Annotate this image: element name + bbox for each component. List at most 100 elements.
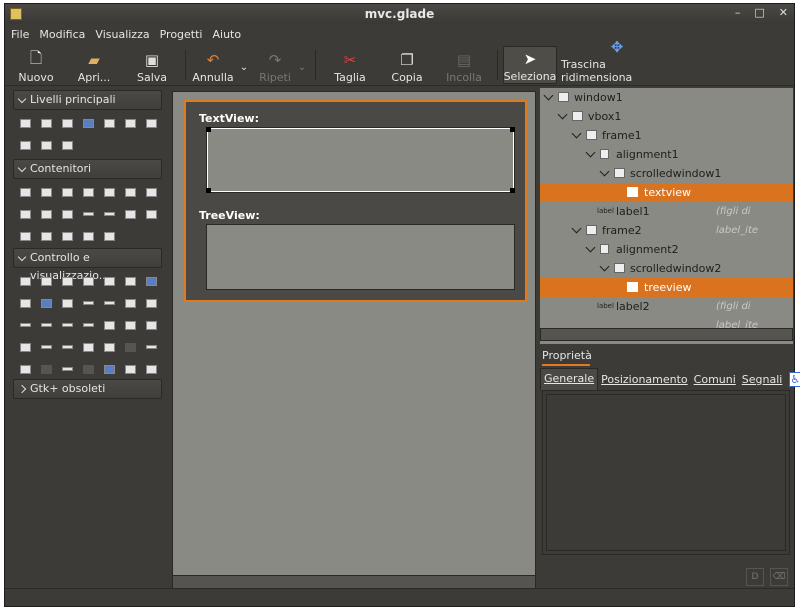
redo-button[interactable]: ↷ Ripeti	[253, 46, 297, 84]
tree-row[interactable]: label label1 (figli di label_ite	[540, 202, 793, 236]
tree-row[interactable]: scrolledwindow2	[540, 259, 793, 278]
font-button-widget-icon[interactable]	[15, 292, 36, 314]
expander-icon[interactable]	[543, 90, 554, 101]
combo-box-widget-icon[interactable]	[120, 314, 141, 336]
drag-resize-tool-button[interactable]: ✥ Trascina ridimensiona	[561, 38, 673, 84]
tree-row-selected[interactable]: textview	[540, 183, 793, 202]
arrow-widget-icon[interactable]	[120, 336, 141, 358]
textview-placeholder[interactable]	[206, 127, 515, 193]
palette-group-toplevels[interactable]: Livelli principali	[13, 90, 162, 110]
resize-handle[interactable]	[510, 127, 515, 132]
tree-row[interactable]: window1	[540, 88, 793, 107]
vscrollbar-widget-icon[interactable]	[78, 314, 99, 336]
accessibility-tab-icon[interactable]: ♿	[789, 371, 800, 387]
file-chooser-widget-icon[interactable]	[15, 134, 36, 156]
close-button[interactable]: ✕	[779, 6, 788, 19]
hpaned-widget-icon[interactable]	[36, 203, 57, 225]
hseparator-widget-icon[interactable]	[36, 336, 57, 358]
resize-handle[interactable]	[510, 188, 515, 193]
open-button[interactable]: ▰ Apri...	[71, 46, 117, 84]
palette-group-containers[interactable]: Contenitori	[13, 159, 162, 179]
event-box-widget-icon[interactable]	[36, 358, 57, 380]
tree-row-selected[interactable]: treeview	[540, 278, 793, 297]
properties-docs-button[interactable]: D	[746, 568, 764, 586]
file-chooser-button-widget-icon[interactable]	[120, 270, 141, 292]
tree-row[interactable]: alignment1	[540, 145, 793, 164]
palette-group-deprecated[interactable]: Gtk+ obsoleti	[13, 379, 162, 399]
dialog-widget-icon[interactable]	[36, 112, 57, 134]
menu-file[interactable]: File	[11, 28, 29, 41]
print-widget-icon[interactable]	[141, 358, 162, 380]
about-dialog-widget-icon[interactable]	[78, 112, 99, 134]
message-dialog-widget-icon[interactable]	[57, 112, 78, 134]
vbox-widget-icon[interactable]	[36, 181, 57, 203]
icon-view-widget-icon[interactable]	[15, 336, 36, 358]
link-button-widget-icon[interactable]	[36, 292, 57, 314]
expander-icon[interactable]	[585, 242, 596, 253]
label-widget-icon[interactable]	[78, 292, 99, 314]
hbox-widget-icon[interactable]	[15, 181, 36, 203]
toggle-button-widget-icon[interactable]	[36, 270, 57, 292]
expander-icon[interactable]	[557, 109, 568, 120]
design-canvas[interactable]: TextView: TreeView:	[172, 91, 536, 589]
radio-button-widget-icon[interactable]	[99, 270, 120, 292]
assistant-widget-icon[interactable]	[57, 134, 78, 156]
recent-chooser-widget-icon[interactable]	[36, 134, 57, 156]
tree-row[interactable]: vbox1	[540, 107, 793, 126]
tree-row[interactable]: alignment2	[540, 240, 793, 259]
vseparator-widget-icon[interactable]	[57, 336, 78, 358]
treeview-frame-label[interactable]: TreeView:	[199, 209, 260, 222]
tree-row[interactable]: scrolledwindow1	[540, 164, 793, 183]
toolbar-widget-icon[interactable]	[78, 203, 99, 225]
resize-handle[interactable]	[206, 188, 211, 193]
spin-button-widget-icon[interactable]	[78, 270, 99, 292]
minimize-button[interactable]: –	[735, 6, 741, 19]
palette-group-controls[interactable]: Controllo e visualizzazio...	[13, 248, 162, 282]
menu-aiuto[interactable]: Aiuto	[212, 28, 241, 41]
status-icon-widget-icon[interactable]	[99, 358, 120, 380]
tree-row[interactable]: frame2	[540, 221, 793, 240]
tree-view-widget-icon[interactable]	[141, 314, 162, 336]
title-bar[interactable]: mvc.glade – □ ✕	[5, 4, 794, 24]
image-widget-icon[interactable]	[57, 292, 78, 314]
tab-posizionamento[interactable]: Posizionamento	[598, 373, 691, 386]
window-widget-icon[interactable]	[15, 112, 36, 134]
tree-row[interactable]: label label2 (figli di label_ite	[540, 297, 793, 331]
vtoolbar-widget-icon[interactable]	[99, 203, 120, 225]
menu-progetti[interactable]: Progetti	[160, 28, 203, 41]
vscale-widget-icon[interactable]	[36, 314, 57, 336]
button-widget-icon[interactable]	[15, 270, 36, 292]
check-button-widget-icon[interactable]	[57, 270, 78, 292]
accel-label-widget-icon[interactable]	[99, 292, 120, 314]
tree-horizontal-scrollbar[interactable]	[540, 328, 793, 341]
window1-preview[interactable]: TextView: TreeView:	[184, 100, 527, 302]
statusbar-widget-icon[interactable]	[120, 203, 141, 225]
cut-button[interactable]: ✂ Taglia	[325, 46, 375, 84]
font-dialog-widget-icon[interactable]	[120, 112, 141, 134]
hscale-widget-icon[interactable]	[15, 314, 36, 336]
button-box-widget-icon[interactable]	[15, 203, 36, 225]
statusbar-control-widget-icon[interactable]	[141, 336, 162, 358]
expander-icon[interactable]	[571, 223, 582, 234]
new-button[interactable]: 🗋 Nuovo	[13, 46, 59, 85]
progress-bar-widget-icon[interactable]	[99, 314, 120, 336]
canvas-horizontal-scrollbar[interactable]	[173, 575, 535, 588]
redo-history-dropdown[interactable]: ⌄	[295, 46, 309, 84]
expander-icon[interactable]	[599, 261, 610, 272]
tab-comuni[interactable]: Comuni	[691, 373, 739, 386]
vpaned-widget-icon[interactable]	[57, 203, 78, 225]
arrow2-widget-icon[interactable]	[78, 358, 99, 380]
text-view-widget-icon[interactable]	[141, 292, 162, 314]
save-button[interactable]: ▣ Salva	[129, 46, 175, 84]
tree-row[interactable]: frame1	[540, 126, 793, 145]
viewport-widget-icon[interactable]	[99, 225, 120, 247]
treeview-placeholder[interactable]	[206, 224, 515, 290]
expander-icon[interactable]	[571, 128, 582, 139]
pointer-select-icon[interactable]	[36, 225, 57, 247]
copy-button[interactable]: ❐ Copia	[383, 46, 431, 84]
input-dialog-widget-icon[interactable]	[141, 112, 162, 134]
clear-icon[interactable]: ⌫	[770, 568, 788, 586]
recent-chooser-menu-widget-icon[interactable]	[120, 358, 141, 380]
menubar-widget-icon[interactable]	[15, 225, 36, 247]
frame-widget-icon[interactable]	[99, 181, 120, 203]
